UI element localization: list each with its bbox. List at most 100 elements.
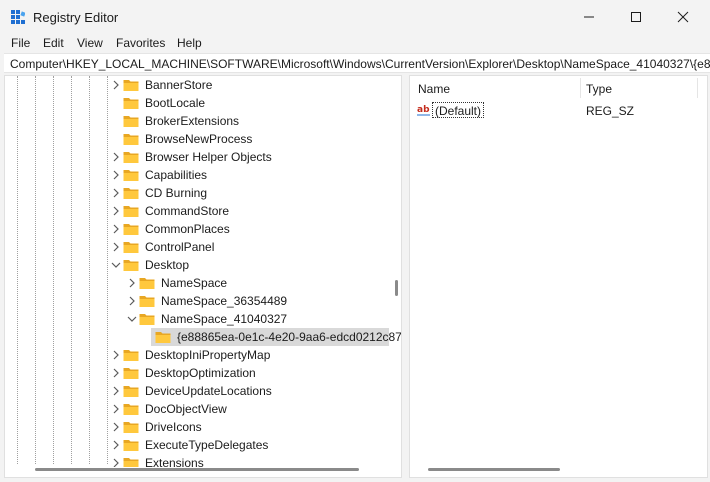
tree-item[interactable]: Browser Helper Objects <box>5 148 389 166</box>
tree-item-label: CommandStore <box>145 204 230 218</box>
tree-item-label: BrokerExtensions <box>145 114 240 128</box>
folder-icon <box>123 440 139 451</box>
chevron-right-icon[interactable] <box>111 386 121 396</box>
tree-item[interactable]: CD Burning <box>5 184 389 202</box>
value-type: REG_SZ <box>586 104 635 118</box>
tree-item-label: DeviceUpdateLocations <box>145 384 272 398</box>
column-separator[interactable] <box>580 78 581 98</box>
chevron-right-icon[interactable] <box>111 80 121 90</box>
menu-bar: File Edit View Favorites Help <box>0 34 710 52</box>
tree-item[interactable]: ExecuteTypeDelegates <box>5 436 389 454</box>
tree-item[interactable]: BrokerExtensions <box>5 112 389 130</box>
column-separator[interactable] <box>697 78 698 98</box>
tree-item[interactable]: ControlPanel <box>5 238 389 256</box>
close-icon <box>677 11 689 23</box>
minimize-icon <box>584 16 594 18</box>
folder-icon <box>123 350 139 361</box>
menu-view[interactable]: View <box>77 36 103 50</box>
pane-splitter[interactable] <box>402 75 409 478</box>
tree-item-label: BootLocale <box>145 96 206 110</box>
chevron-right-icon[interactable] <box>111 188 121 198</box>
chevron-right-icon[interactable] <box>111 170 121 180</box>
folder-icon <box>123 170 139 181</box>
chevron-right-icon[interactable] <box>111 368 121 378</box>
address-bar[interactable]: Computer\HKEY_LOCAL_MACHINE\SOFTWARE\Mic… <box>4 53 710 73</box>
chevron-right-icon[interactable] <box>111 242 121 252</box>
tree-item-label: {e88865ea-0e1c-4e20-9aa6-edcd0212c87c} <box>177 330 402 344</box>
list-horizontal-scrollbar[interactable] <box>428 468 560 471</box>
tree-item-label: Browser Helper Objects <box>145 150 272 164</box>
tree-item-label: Desktop <box>145 258 190 272</box>
chevron-right-icon[interactable] <box>111 440 121 450</box>
tree-vertical-scrollbar[interactable] <box>395 280 398 296</box>
tree-horizontal-scrollbar[interactable] <box>35 468 359 471</box>
close-button[interactable] <box>660 0 706 34</box>
tree-item[interactable]: CommonPlaces <box>5 220 389 238</box>
chevron-right-icon[interactable] <box>111 152 121 162</box>
maximize-button[interactable] <box>613 0 659 34</box>
value-row[interactable]: ab (Default) REG_SZ <box>410 100 707 120</box>
chevron-right-icon[interactable] <box>111 224 121 234</box>
folder-icon <box>139 314 155 325</box>
chevron-down-icon[interactable] <box>127 314 137 324</box>
tree-item-label: ControlPanel <box>145 240 215 254</box>
tree-item[interactable]: DriveIcons <box>5 418 389 436</box>
folder-icon <box>123 242 139 253</box>
tree-item[interactable]: DeviceUpdateLocations <box>5 382 389 400</box>
tree-item-label: DesktopOptimization <box>145 366 256 380</box>
window-title: Registry Editor <box>33 10 119 25</box>
chevron-right-icon[interactable] <box>111 422 121 432</box>
folder-icon <box>123 368 139 379</box>
tree-item-label: DesktopIniPropertyMap <box>145 348 271 362</box>
values-list-pane[interactable]: Name Type ab (Default) REG_SZ <box>409 75 708 478</box>
folder-icon <box>123 152 139 163</box>
value-name[interactable]: (Default) <box>432 102 485 118</box>
tree-item[interactable]: NameSpace <box>5 274 389 292</box>
key-tree-pane[interactable]: BannerStore BootLocale BrokerExtensions Bro… <box>4 75 402 478</box>
tree-item-label: CD Burning <box>145 186 208 200</box>
folder-icon <box>123 404 139 415</box>
minimize-button[interactable] <box>566 0 612 34</box>
folder-icon <box>123 224 139 235</box>
tree-item-label: NameSpace <box>161 276 228 290</box>
tree-item-label: CommonPlaces <box>145 222 230 236</box>
tree-item[interactable]: Capabilities <box>5 166 389 184</box>
folder-icon <box>155 332 171 343</box>
folder-icon <box>123 206 139 217</box>
folder-icon <box>123 188 139 199</box>
folder-icon <box>123 422 139 433</box>
tree-item-label: NameSpace_41040327 <box>161 312 288 326</box>
menu-file[interactable]: File <box>11 36 30 50</box>
menu-favorites[interactable]: Favorites <box>116 36 165 50</box>
tree-item[interactable]: BootLocale <box>5 94 389 112</box>
tree-item[interactable]: DesktopIniPropertyMap <box>5 346 389 364</box>
string-value-icon: ab <box>417 104 431 116</box>
chevron-right-icon[interactable] <box>127 278 137 288</box>
menu-help[interactable]: Help <box>177 36 202 50</box>
tree-item-label: NameSpace_36354489 <box>161 294 288 308</box>
tree-item[interactable]: CommandStore <box>5 202 389 220</box>
tree-item-label: DocObjectView <box>145 402 227 416</box>
tree-item[interactable]: BrowseNewProcess <box>5 130 389 148</box>
title-bar[interactable]: Registry Editor <box>0 0 710 34</box>
chevron-right-icon[interactable] <box>127 296 137 306</box>
tree-item[interactable]: Desktop <box>5 256 389 274</box>
menu-edit[interactable]: Edit <box>43 36 64 50</box>
folder-icon <box>123 386 139 397</box>
chevron-down-icon[interactable] <box>111 260 121 270</box>
tree-item[interactable]: DocObjectView <box>5 400 389 418</box>
chevron-right-icon[interactable] <box>111 350 121 360</box>
tree-item-label: ExecuteTypeDelegates <box>145 438 269 452</box>
tree-item[interactable]: NameSpace_36354489 <box>5 292 389 310</box>
folder-icon <box>139 296 155 307</box>
folder-icon <box>123 98 139 109</box>
maximize-icon <box>631 12 641 22</box>
chevron-right-icon[interactable] <box>111 206 121 216</box>
chevron-right-icon[interactable] <box>111 404 121 414</box>
tree-item[interactable]: DesktopOptimization <box>5 364 389 382</box>
svg-text:ab: ab <box>417 105 430 115</box>
tree-item[interactable]: NameSpace_41040327 <box>5 310 389 328</box>
tree-item[interactable]: BannerStore <box>5 76 389 94</box>
folder-icon <box>123 80 139 91</box>
tree-item[interactable]: {e88865ea-0e1c-4e20-9aa6-edcd0212c87c} <box>5 328 401 346</box>
